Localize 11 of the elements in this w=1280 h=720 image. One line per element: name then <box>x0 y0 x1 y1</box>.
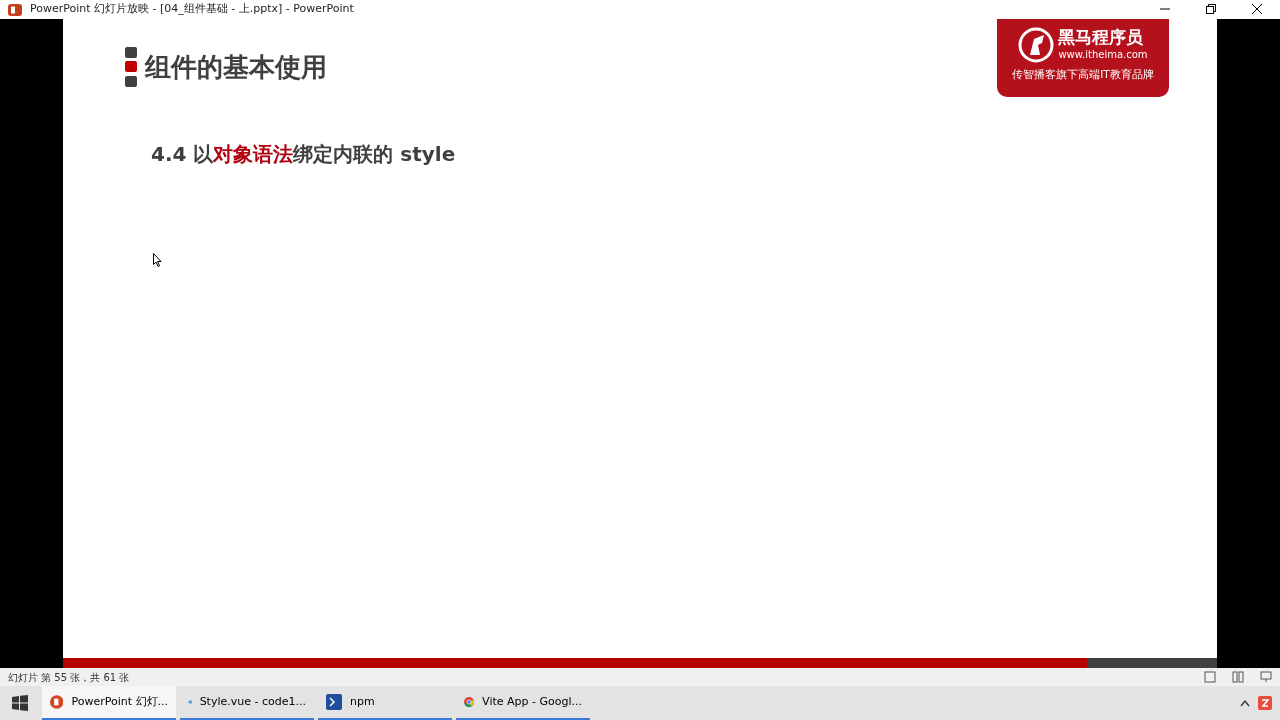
logo-name: 黑马程序员 <box>1058 28 1145 47</box>
slide-title: 组件的基本使用 <box>145 50 327 84</box>
slide-heading: 4.4 以对象语法绑定内联的 style <box>151 141 457 168</box>
window-title: PowerPoint 幻灯片放映 - [04_组件基础 - 上.pptx] - PowerPoint <box>30 1 354 18</box>
taskbar-button[interactable]: Vite App - Googl... <box>456 686 590 720</box>
taskbar-button[interactable]: Style.vue - code1... <box>180 686 314 720</box>
logo-url: www.itheima.com <box>1058 47 1148 62</box>
logo-tagline: 传智播客旗下高端IT教育品牌 <box>1012 67 1154 82</box>
slide-counter: 幻灯片 第 55 张，共 61 张 <box>8 670 130 685</box>
taskbar-button[interactable]: PowerPoint 幻灯... <box>42 686 176 720</box>
taskbar-button[interactable]: npm <box>318 686 452 720</box>
